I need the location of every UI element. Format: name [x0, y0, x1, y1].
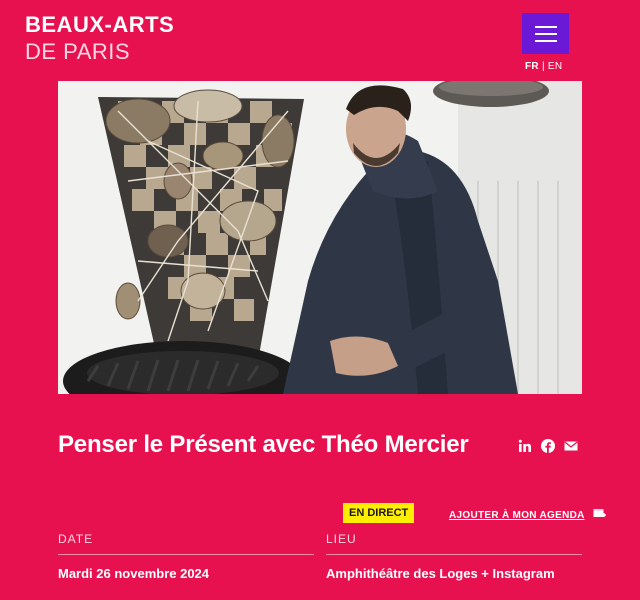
place-field: LIEU Amphithéâtre des Loges + Instagram	[326, 532, 582, 581]
language-switcher: FR | EN	[525, 61, 562, 72]
menu-button[interactable]	[522, 13, 569, 54]
calendar-add-icon	[593, 508, 606, 522]
add-to-agenda-link[interactable]: AJOUTER À MON AGENDA	[449, 508, 606, 522]
date-divider	[58, 554, 314, 555]
mail-icon[interactable]	[564, 439, 578, 453]
logo-line-2: DE PARIS	[25, 39, 131, 64]
place-value: Amphithéâtre des Loges + Instagram	[326, 566, 555, 581]
live-badge: EN DIRECT	[343, 503, 415, 523]
hamburger-menu-icon-bar	[534, 39, 557, 42]
date-value: Mardi 26 novembre 2024	[58, 566, 210, 581]
hamburger-menu-icon-bar	[534, 32, 557, 35]
lang-separator: |	[541, 61, 545, 72]
facebook-icon[interactable]	[541, 439, 555, 453]
linkedin-icon[interactable]	[518, 439, 532, 453]
add-to-agenda-label: AJOUTER À MON AGENDA	[449, 509, 585, 521]
share-buttons	[518, 439, 578, 453]
page-title: Penser le Présent avec Théo Mercier	[58, 431, 469, 458]
hero-photo	[58, 81, 582, 394]
hero-image	[58, 81, 582, 394]
lang-en-link[interactable]: EN	[548, 61, 563, 72]
place-label: LIEU	[326, 532, 357, 546]
logo-line-1: BEAUX-ARTS	[25, 12, 175, 37]
lang-fr-link[interactable]: FR	[525, 61, 539, 72]
site-logo[interactable]: BEAUX-ARTS DE PARIS	[25, 14, 174, 63]
event-title-row: Penser le Présent avec Théo Mercier	[58, 431, 582, 463]
date-field: DATE Mardi 26 novembre 2024	[58, 532, 314, 581]
hamburger-menu-icon	[534, 25, 557, 28]
date-label: DATE	[58, 532, 94, 546]
place-divider	[326, 554, 582, 555]
